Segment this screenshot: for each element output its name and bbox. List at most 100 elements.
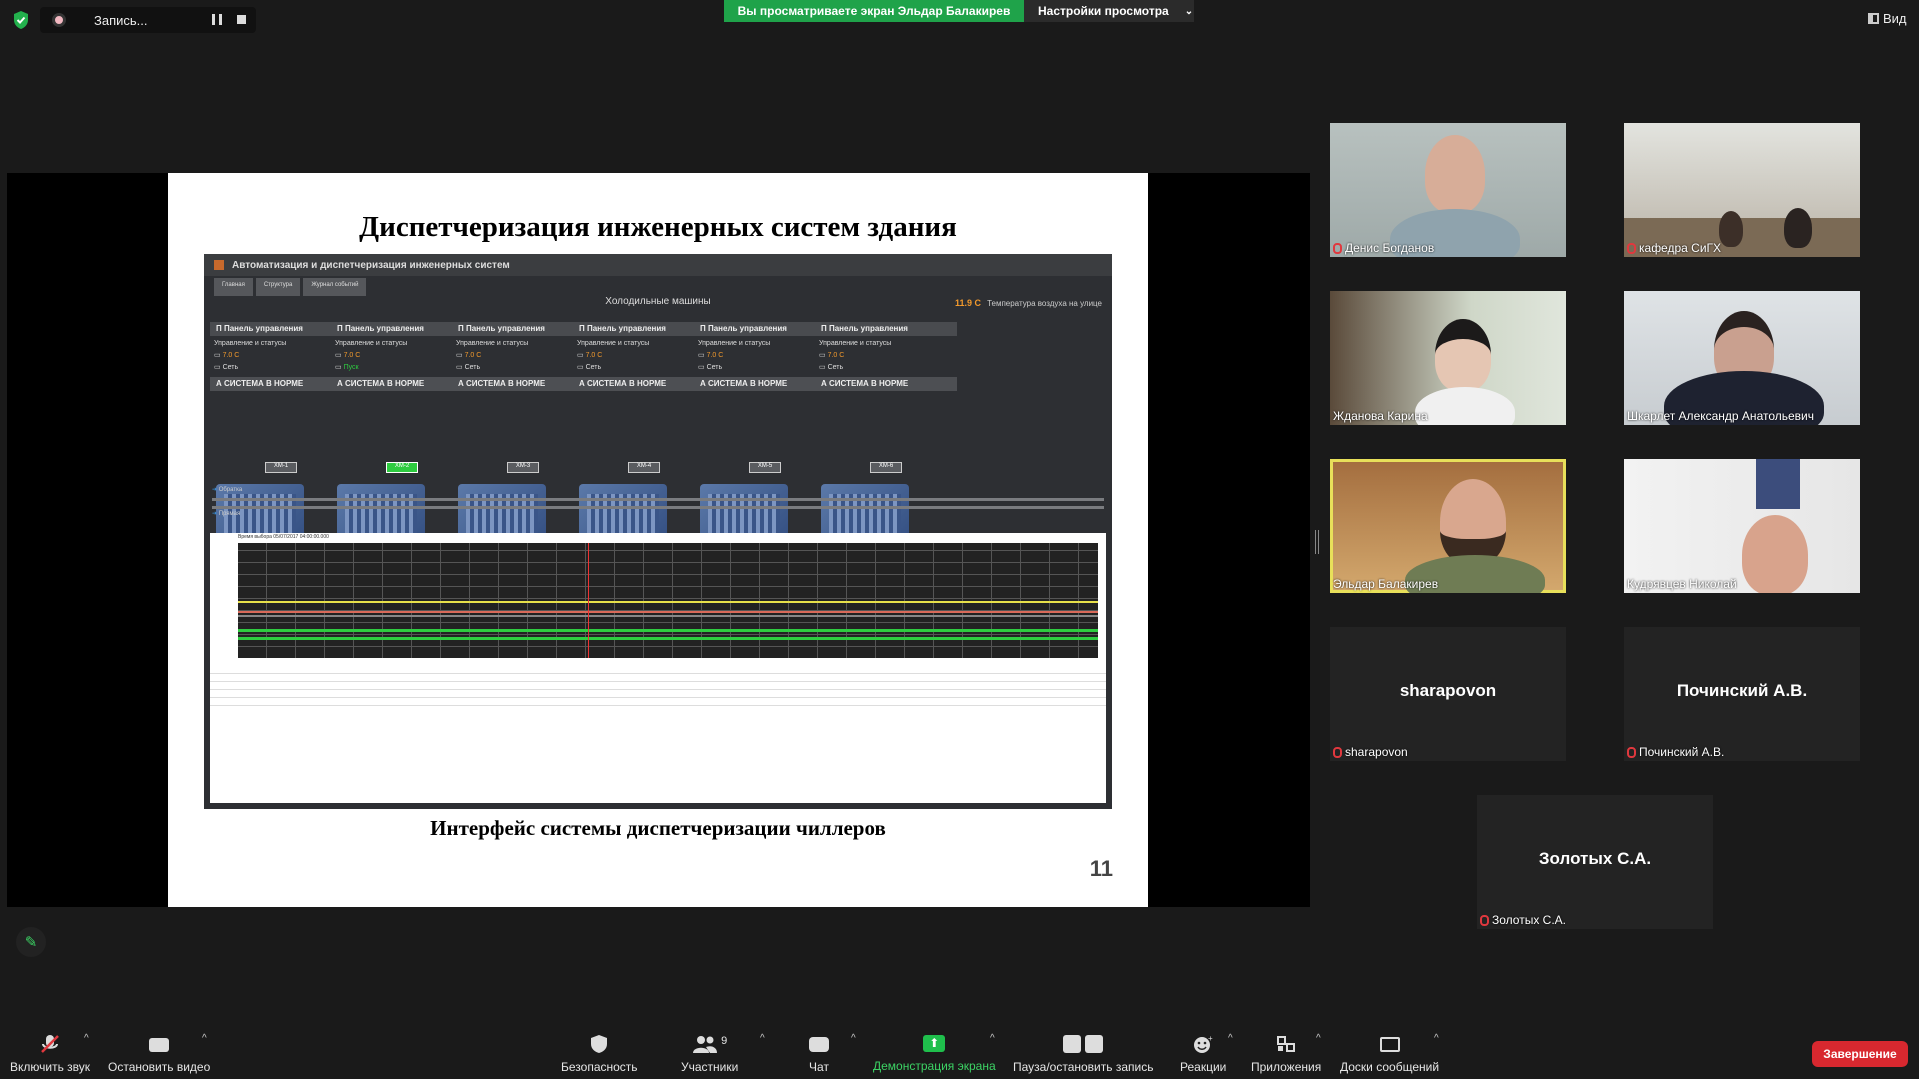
stop-video-button[interactable]: Остановить видео [108, 1035, 210, 1074]
whiteboards-options-caret[interactable]: ^ [1434, 1033, 1439, 1044]
emoji-plus-icon: + [1194, 1035, 1213, 1053]
chat-label: Чат [809, 1060, 829, 1074]
participant-name: sharapovon [1333, 745, 1408, 759]
view-button[interactable]: Вид [1868, 11, 1907, 26]
scada-tab: Главная [214, 278, 253, 296]
participants-button[interactable]: 9 Участники [681, 1035, 738, 1074]
chiller-status: Сеть [222, 364, 239, 371]
annotate-pencil-icon[interactable]: ✎ [16, 927, 46, 957]
video-options-caret[interactable]: ^ [202, 1033, 207, 1044]
pause-recording-label: Пауза/остановить запись [1013, 1060, 1154, 1074]
chiller-column: П Панель управления Управление и статусы… [815, 322, 957, 560]
whiteboards-button[interactable]: Доски сообщений [1340, 1035, 1439, 1074]
recording-controls-icons [1063, 1035, 1104, 1053]
trend-line-red [238, 611, 1098, 613]
panel-resize-handle[interactable] [1315, 530, 1319, 554]
stop-recording-icon[interactable] [237, 15, 246, 24]
setpoint-value: 7.0 C [464, 352, 482, 359]
mic-muted-icon [41, 1035, 59, 1053]
scada-header: Автоматизация и диспетчеризация инженерн… [204, 254, 1112, 276]
record-icon [52, 13, 66, 27]
participant-tile[interactable]: Кудрявцев Николай [1624, 459, 1860, 593]
participant-video [1435, 319, 1491, 391]
participant-video [1719, 211, 1743, 247]
participant-tile[interactable]: Жданова Карина [1330, 291, 1566, 425]
setpoint-row: ▭ 7.0 C [819, 352, 845, 359]
participant-name-text: Жданова Карина [1333, 409, 1428, 423]
share-screen-button[interactable]: ⬆ Демонстрация экрана [873, 1035, 996, 1073]
presentation-slide: Диспетчеризация инженерных систем здания… [168, 173, 1148, 907]
view-settings-button[interactable]: Настройки просмотра ⌄ [1024, 0, 1194, 22]
chiller-id: ХМ-6 [870, 462, 902, 473]
view-settings-label: Настройки просмотра [1038, 4, 1169, 18]
security-label: Безопасность [561, 1060, 638, 1074]
audio-options-caret[interactable]: ^ [84, 1033, 89, 1044]
participant-tile[interactable]: sharapovon sharapovon [1330, 627, 1566, 761]
participant-tile[interactable]: Денис Богданов [1330, 123, 1566, 257]
setpoint-value: 7.0 C [706, 352, 724, 359]
chat-button[interactable]: Чат [809, 1035, 829, 1074]
participant-name-large: Починский А.В. [1676, 681, 1808, 700]
reactions-options-caret[interactable]: ^ [1228, 1033, 1233, 1044]
scada-logo [214, 260, 224, 270]
mic-muted-icon [1333, 242, 1342, 254]
zoom-meeting-window: Запись... Вы просматриваете экран Эльдар… [0, 0, 1919, 1079]
end-meeting-button[interactable]: Завершение [1812, 1041, 1908, 1067]
mic-muted-icon [1627, 242, 1636, 254]
participant-video [1784, 208, 1812, 248]
participant-tile[interactable]: кафедра СиГХ [1624, 123, 1860, 257]
participant-tile[interactable]: Шкарлет Александр Анатольевич [1624, 291, 1860, 425]
apps-button[interactable]: Приложения [1251, 1035, 1321, 1074]
pause-stop-recording-button[interactable]: Пауза/остановить запись [1013, 1035, 1153, 1074]
participant-video [1756, 459, 1800, 509]
participant-video [1425, 135, 1485, 213]
participant-name: Денис Богданов [1333, 241, 1434, 255]
participant-name: Шкарлет Александр Анатольевич [1627, 409, 1814, 423]
participant-video [1742, 515, 1808, 593]
scada-tabs: Главная Структура Журнал событий [204, 278, 1112, 296]
unmute-label: Включить звук [10, 1060, 91, 1074]
meeting-toolbar: Включить звук ^ Остановить видео ^ Безоп… [0, 1025, 1919, 1079]
participant-name-text: sharapovon [1345, 745, 1408, 759]
mic-muted-icon [1480, 914, 1489, 926]
reactions-label: Реакции [1180, 1060, 1227, 1074]
chevron-down-icon: ⌄ [1184, 5, 1194, 17]
shield-icon[interactable] [12, 10, 30, 30]
mic-muted-icon [1333, 746, 1342, 758]
participants-icon [693, 1036, 718, 1053]
chiller-status: Сеть [827, 364, 844, 371]
system-norm-label: А СИСТЕМА В НОРМЕ [815, 377, 957, 391]
slide-caption: Интерфейс системы диспетчеризации чиллер… [430, 816, 886, 840]
mic-muted-icon [1627, 746, 1636, 758]
supply-label: ➜ Прямая [212, 511, 241, 517]
chart-time-label: Время выбора 05/07/2017 04:00:00.000 [238, 534, 329, 540]
participant-tile[interactable]: Починский А.В. Починский А.В. [1624, 627, 1860, 761]
setpoint-value: 7.0 C [827, 352, 845, 359]
participant-name-text: Кудрявцев Николай [1627, 577, 1737, 591]
scada-tab: Структура [255, 278, 301, 296]
participants-count: 9 [721, 1035, 728, 1047]
chiller-id: ХМ-5 [749, 462, 781, 473]
whiteboard-icon [1379, 1037, 1400, 1052]
slide-title: Диспетчеризация инженерных систем здания [359, 211, 957, 243]
share-options-caret[interactable]: ^ [990, 1033, 995, 1044]
unmute-button[interactable]: Включить звук [10, 1035, 90, 1074]
participants-options-caret[interactable]: ^ [760, 1033, 765, 1044]
reactions-button[interactable]: + Реакции [1180, 1035, 1226, 1074]
status-row: ▭ Сеть [819, 364, 844, 371]
control-panel-label: П Панель управления [815, 322, 957, 336]
participant-tile[interactable]: Золотых С.А. Золотых С.А. [1477, 795, 1713, 929]
security-button[interactable]: Безопасность [561, 1035, 638, 1074]
pause-recording-icon[interactable] [212, 14, 222, 25]
trend-line-green [238, 629, 1098, 632]
apps-options-caret[interactable]: ^ [1316, 1033, 1321, 1044]
participant-name: Починский А.В. [1627, 745, 1724, 759]
security-shield-icon [591, 1035, 608, 1053]
participant-tile-active-speaker[interactable]: Эльдар Балакирев [1330, 459, 1566, 593]
participant-name: кафедра СиГХ [1627, 241, 1721, 255]
chat-options-caret[interactable]: ^ [851, 1033, 856, 1044]
share-screen-icon: ⬆ [923, 1035, 946, 1052]
supply-pipe [212, 506, 1104, 509]
trend-line-grey [238, 615, 1098, 617]
participants-label: Участники [681, 1060, 739, 1074]
